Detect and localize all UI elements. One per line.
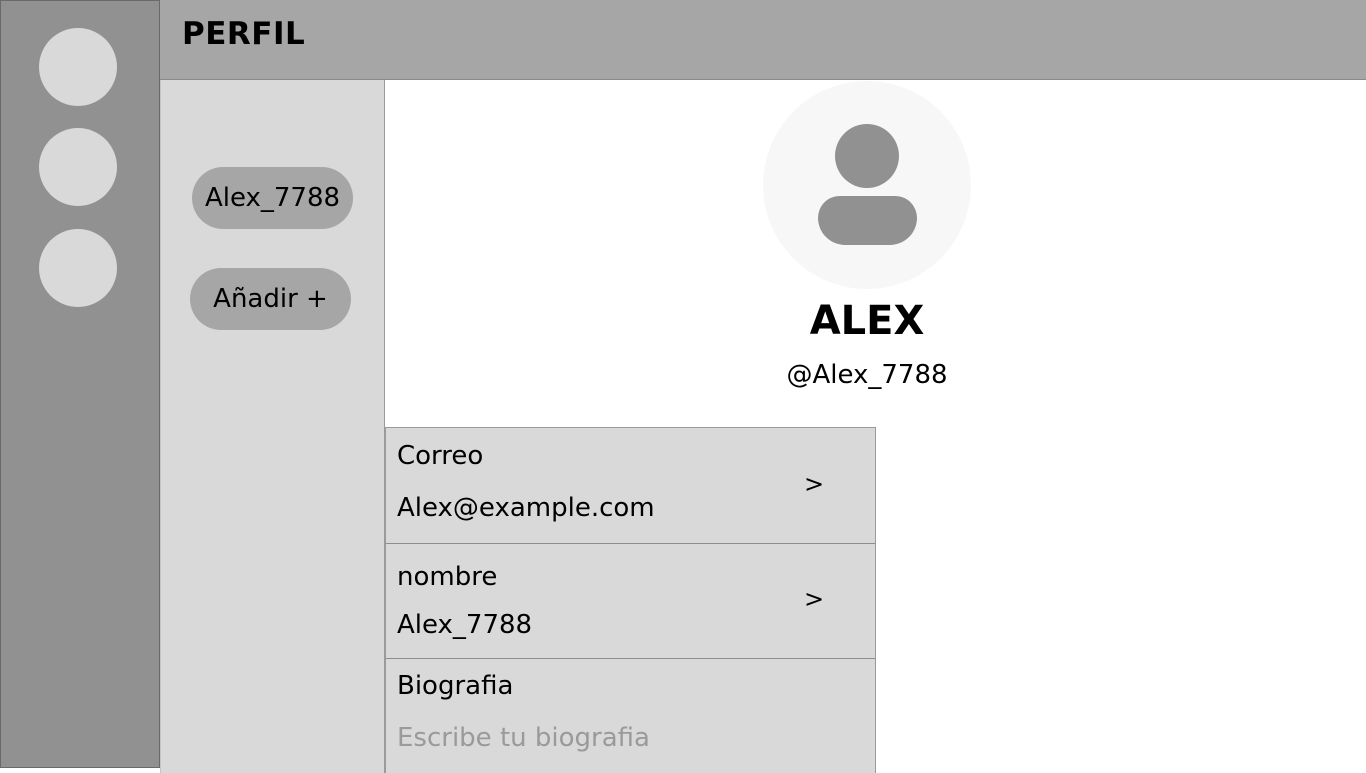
profile-display-name: ALEX xyxy=(809,298,925,344)
name-field-label: nombre xyxy=(397,562,498,592)
rail-item-3[interactable] xyxy=(39,229,117,307)
profile-handle: @Alex_7788 xyxy=(786,360,948,390)
add-account-button[interactable]: Añadir + xyxy=(190,268,351,330)
email-chevron-icon[interactable]: > xyxy=(804,470,824,498)
account-button[interactable]: Alex_7788 xyxy=(192,167,353,229)
bio-field-label: Biografia xyxy=(397,671,514,701)
name-field-row[interactable]: nombre Alex_7788 > xyxy=(386,544,875,659)
name-field-value: Alex_7788 xyxy=(397,610,533,640)
email-field-row[interactable]: Correo Alex@example.com > xyxy=(386,428,875,544)
page-title: PERFIL xyxy=(182,16,306,52)
app-window: PERFIL Alex_7788 Añadir + ALEX @Alex_778… xyxy=(0,0,1366,773)
user-avatar-icon[interactable] xyxy=(763,81,971,289)
bio-input[interactable]: Escribe tu biografia xyxy=(397,723,650,753)
avatar-body-shape xyxy=(818,196,917,245)
bio-field-row[interactable]: Biografia Escribe tu biografia xyxy=(386,659,875,773)
rail-item-2[interactable] xyxy=(39,128,117,206)
accounts-panel: Alex_7788 Añadir + xyxy=(160,80,385,773)
avatar-head-shape xyxy=(835,124,899,188)
email-field-label: Correo xyxy=(397,441,484,471)
profile-fields: Correo Alex@example.com > nombre Alex_77… xyxy=(385,427,876,773)
email-field-value: Alex@example.com xyxy=(397,493,655,523)
rail-item-1[interactable] xyxy=(39,28,117,106)
name-chevron-icon[interactable]: > xyxy=(804,585,824,613)
header-bar: PERFIL xyxy=(160,0,1366,80)
left-rail xyxy=(0,0,160,768)
